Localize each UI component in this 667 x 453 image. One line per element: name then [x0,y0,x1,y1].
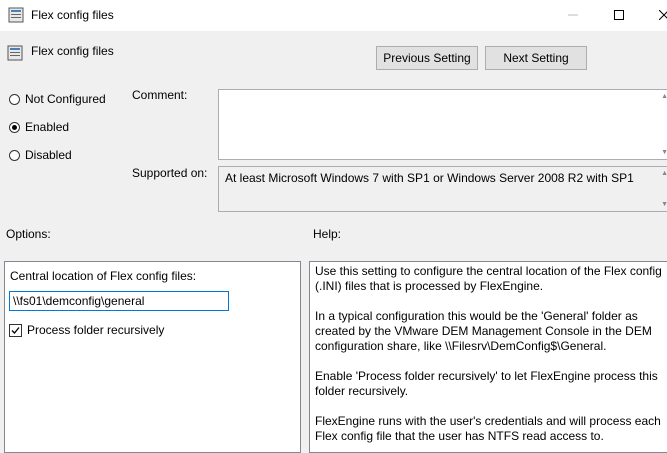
recursive-label: Process folder recursively [27,323,165,337]
help-paragraph: Enable 'Process folder recursively' to l… [315,369,658,398]
comment-scrollbar[interactable]: ▲ ▼ [661,90,667,159]
window-title: Flex config files [31,8,114,22]
title-bar: Flex config files [0,0,667,31]
supported-on-value: At least Microsoft Windows 7 with SP1 or… [225,171,634,185]
scroll-down-icon[interactable]: ▼ [661,201,667,208]
radio-label: Not Configured [25,92,106,106]
radio-label: Disabled [25,148,72,162]
scroll-up-icon[interactable]: ▲ [661,93,667,100]
options-panel: Central location of Flex config files: P… [4,261,301,453]
radio-enabled[interactable]: Enabled [9,120,69,134]
policy-setting-icon [7,45,23,61]
supported-on-label: Supported on: [132,166,208,180]
recursive-checkbox[interactable] [9,323,22,337]
radio-label: Enabled [25,120,70,134]
supported-scrollbar[interactable]: ▲ ▼ [661,167,667,211]
recursive-checkbox-row[interactable]: Process folder recursively [9,323,164,337]
scroll-up-icon[interactable]: ▲ [661,170,667,177]
policy-setting-icon [8,7,24,23]
maximize-button[interactable] [596,0,642,31]
radio-circle[interactable] [9,149,20,161]
help-paragraph: In a typical configuration this would be… [315,309,652,353]
supported-on-field: At least Microsoft Windows 7 with SP1 or… [218,166,667,212]
radio-disabled[interactable]: Disabled [9,148,72,162]
maximize-icon [614,9,624,23]
next-setting-button[interactable]: Next Setting [485,46,587,70]
minimize-button[interactable] [550,0,596,31]
radio-circle[interactable] [9,121,20,133]
location-label: Central location of Flex config files: [10,269,197,283]
help-panel: Use this setting to configure the centra… [309,261,667,453]
comment-label: Comment: [132,88,188,102]
close-icon [658,9,667,23]
setting-title: Flex config files [31,44,114,58]
previous-setting-button[interactable]: Previous Setting [376,46,478,70]
comment-textarea[interactable]: ▲ ▼ [218,89,667,160]
scroll-down-icon[interactable]: ▼ [661,149,667,156]
radio-circle[interactable] [9,93,20,105]
minimize-icon [568,9,578,23]
check-icon [11,326,20,334]
radio-not-configured[interactable]: Not Configured [9,92,106,106]
help-heading: Help: [313,227,342,241]
options-heading: Options: [6,227,51,241]
help-paragraph: FlexEngine runs with the user's credenti… [315,414,661,443]
close-button[interactable] [641,0,667,31]
help-paragraph: Use this setting to configure the centra… [315,264,662,293]
location-input[interactable] [9,291,229,311]
